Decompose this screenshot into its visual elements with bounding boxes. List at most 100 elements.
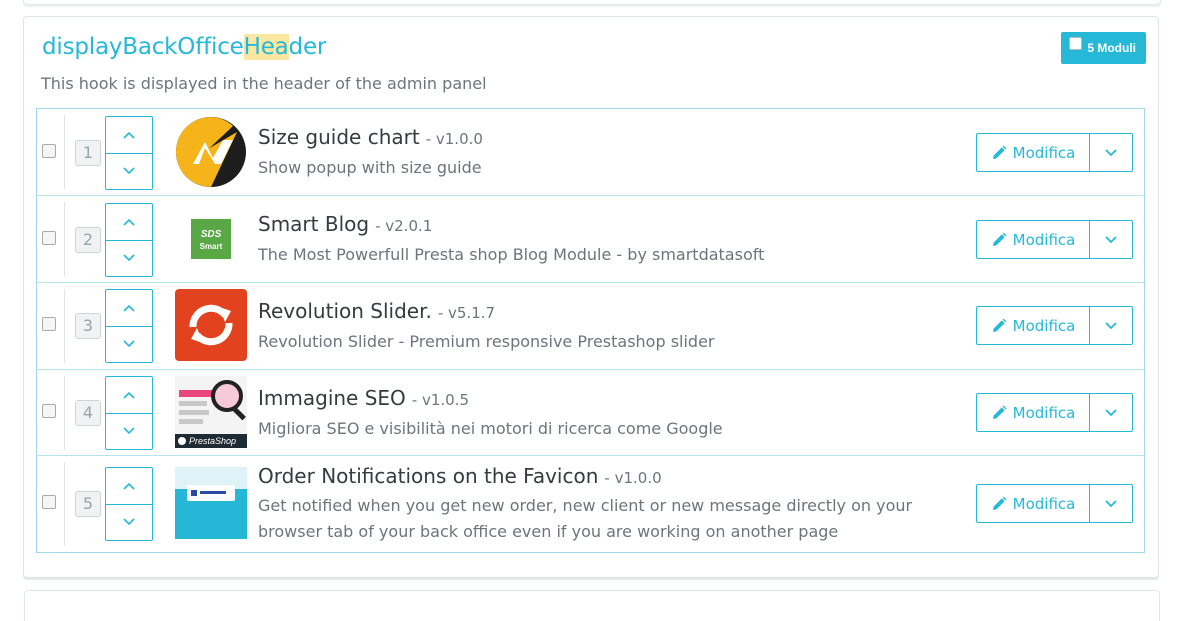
- chevron-down-icon: [123, 253, 135, 261]
- move-up-button[interactable]: [106, 204, 152, 241]
- row-divider: [64, 289, 65, 363]
- row-divider: [64, 115, 65, 189]
- smart-blog-logo-top: SDS: [200, 229, 222, 240]
- actions-dropdown-toggle[interactable]: [1090, 485, 1132, 522]
- row-divider: [64, 462, 65, 546]
- edit-button[interactable]: Modifica: [977, 307, 1090, 344]
- module-description: Get notified when you get new order, new…: [258, 496, 913, 541]
- pencil-icon: [992, 232, 1007, 246]
- chevron-down-icon: [1105, 408, 1117, 416]
- module-actions: Modifica: [976, 484, 1133, 523]
- module-checkbox[interactable]: [42, 144, 56, 158]
- module-checkbox[interactable]: [42, 317, 56, 331]
- hook-title: displayBackOfficeHeader: [42, 34, 326, 60]
- chevron-down-icon: [1105, 499, 1117, 507]
- module-list: 1 Size guide chart - v1.0.0 Show popup wi…: [36, 108, 1145, 553]
- move-down-button[interactable]: [106, 413, 152, 448]
- edit-button[interactable]: Modifica: [977, 394, 1090, 431]
- edit-button[interactable]: Modifica: [977, 485, 1090, 522]
- module-version: - v1.0.0: [604, 469, 662, 487]
- size-guide-logo: [176, 117, 246, 187]
- smart-blog-logo-bottom: Smart: [199, 242, 223, 251]
- position-stepper: [105, 203, 153, 277]
- module-actions: Modifica: [976, 393, 1133, 432]
- module-checkbox[interactable]: [42, 495, 56, 509]
- chevron-down-icon: [1105, 321, 1117, 329]
- module-description: Show popup with size guide: [258, 158, 482, 177]
- module-description: Revolution Slider - Premium responsive P…: [258, 332, 715, 351]
- module-row: 4 PrestaShop Immagine SEO - v1.0.5 Migli…: [37, 369, 1144, 456]
- edit-button-label: Modifica: [1012, 494, 1076, 513]
- position-stepper: [105, 289, 153, 363]
- modules-count-label: 5 Moduli: [1087, 41, 1136, 55]
- module-version: - v1.0.0: [425, 130, 483, 148]
- edit-button-label: Modifica: [1012, 316, 1076, 335]
- module-name: Immagine SEO - v1.0.5: [258, 386, 469, 410]
- hook-title-part: der: [288, 34, 327, 60]
- chevron-down-icon: [123, 339, 135, 347]
- previous-panel-edge: [23, 0, 1161, 5]
- position-stepper: [105, 467, 153, 541]
- module-position: 2: [75, 227, 101, 253]
- pencil-icon: [992, 145, 1007, 159]
- actions-dropdown-toggle[interactable]: [1090, 134, 1132, 171]
- move-up-button[interactable]: [106, 290, 152, 327]
- edit-button-label: Modifica: [1012, 403, 1076, 422]
- move-down-button[interactable]: [106, 504, 152, 539]
- module-row: 2 SDS Smart Smart Blog - v2.0.1 The Most …: [37, 195, 1144, 283]
- edit-button[interactable]: Modifica: [977, 134, 1090, 171]
- chevron-up-icon: [123, 304, 135, 312]
- pencil-icon: [992, 496, 1007, 510]
- pencil-icon: [992, 318, 1007, 332]
- module-actions: Modifica: [976, 133, 1133, 172]
- actions-dropdown-toggle[interactable]: [1090, 221, 1132, 258]
- module-name: Revolution Slider. - v5.1.7: [258, 299, 495, 323]
- hook-title-search-highlight: Hea: [243, 34, 289, 60]
- seo-image-logo: PrestaShop: [175, 376, 247, 448]
- move-up-button[interactable]: [106, 468, 152, 505]
- module-name-text: Order Notifications on the Favicon: [258, 464, 599, 488]
- pencil-icon: [992, 405, 1007, 419]
- module-position: 5: [75, 491, 101, 517]
- move-down-button[interactable]: [106, 326, 152, 361]
- hook-title-part: displayBackOffice: [42, 34, 244, 60]
- module-version: - v5.1.7: [437, 304, 496, 322]
- move-down-button[interactable]: [106, 240, 152, 275]
- module-position: 1: [75, 140, 101, 166]
- chevron-down-icon: [123, 426, 135, 434]
- hook-description: This hook is displayed in the header of …: [41, 74, 487, 93]
- module-version: - v2.0.1: [375, 217, 433, 235]
- modules-count-badge[interactable]: 5 Moduli: [1061, 32, 1146, 64]
- chevron-down-icon: [123, 517, 135, 525]
- module-name-text: Smart Blog: [258, 212, 370, 236]
- module-row: 3 Revolution Slider. - v5.1.7 Revolution …: [37, 282, 1144, 370]
- chevron-down-icon: [123, 166, 135, 174]
- module-name-text: Revolution Slider.: [258, 299, 432, 323]
- module-actions: Modifica: [976, 220, 1133, 259]
- actions-dropdown-toggle[interactable]: [1090, 307, 1132, 344]
- edit-button-label: Modifica: [1012, 143, 1076, 162]
- module-position: 3: [75, 313, 101, 339]
- row-divider: [64, 202, 65, 276]
- module-actions: Modifica: [976, 306, 1133, 345]
- move-up-button[interactable]: [106, 377, 152, 414]
- move-down-button[interactable]: [106, 153, 152, 188]
- chevron-down-icon: [1105, 148, 1117, 156]
- module-checkbox[interactable]: [42, 404, 56, 418]
- row-divider: [64, 376, 65, 450]
- favicon-notification-logo: [175, 467, 247, 539]
- position-stepper: [105, 116, 153, 190]
- edit-button[interactable]: Modifica: [977, 221, 1090, 258]
- magnifier-icon: [211, 380, 243, 412]
- select-all-checkbox[interactable]: [1069, 36, 1083, 50]
- next-panel-edge: [24, 590, 1160, 621]
- move-up-button[interactable]: [106, 117, 152, 154]
- chevron-up-icon: [123, 482, 135, 490]
- position-stepper: [105, 376, 153, 450]
- module-name: Smart Blog - v2.0.1: [258, 212, 432, 236]
- module-checkbox[interactable]: [42, 231, 56, 245]
- actions-dropdown-toggle[interactable]: [1090, 394, 1132, 431]
- module-name: Order Notifications on the Favicon - v1.0…: [258, 464, 662, 488]
- edit-button-label: Modifica: [1012, 230, 1076, 249]
- chevron-up-icon: [123, 391, 135, 399]
